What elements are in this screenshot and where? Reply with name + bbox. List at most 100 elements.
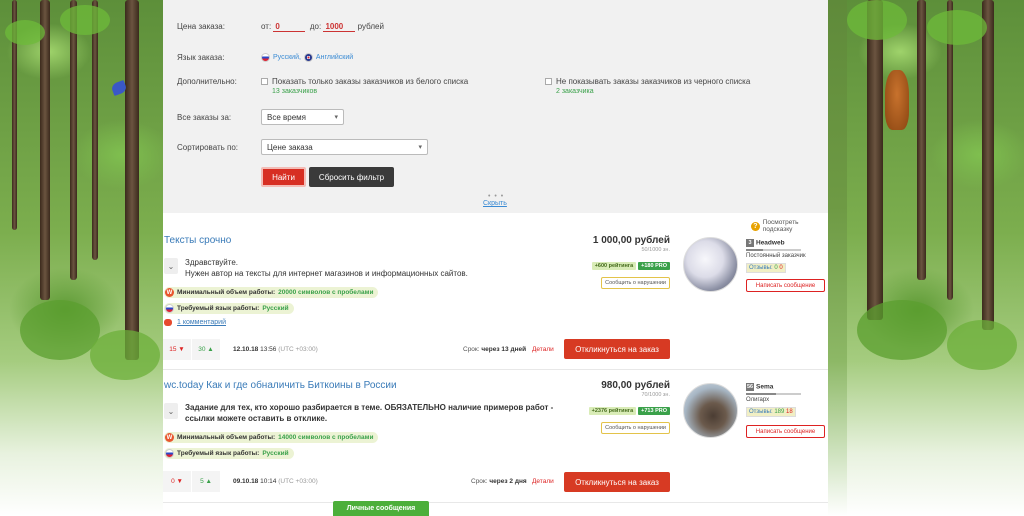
- price-to-input[interactable]: 1000: [323, 22, 356, 32]
- order-description-line: ссылки можете оставить в отклике.: [185, 414, 328, 423]
- price-from-input[interactable]: 0: [273, 22, 306, 32]
- chevron-down-icon: ▾: [334, 114, 338, 121]
- russian-flag-icon: [165, 304, 174, 313]
- order-char-count: 50/1000 зн.: [641, 247, 671, 253]
- order-description: Здравствуйте. Нужен автор на тексты для …: [185, 257, 468, 279]
- order-date-day: 12.10.18: [233, 346, 259, 353]
- order-description-line: Задание для тех, кто хорошо разбирается …: [185, 403, 554, 412]
- sort-label: Сортировать по:: [177, 143, 239, 152]
- min-volume-label: Минимальный объем работы:: [177, 289, 276, 296]
- vote-up-count: 5: [200, 478, 204, 485]
- user-name-link[interactable]: Headweb: [756, 239, 785, 246]
- order-price: 980,00 рублей: [601, 380, 670, 391]
- order-date-tz: (UTC +03:00): [278, 478, 318, 485]
- checkbox-icon[interactable]: [545, 78, 552, 85]
- russian-flag-icon: [165, 449, 174, 458]
- respond-button[interactable]: Откликнуться на заказ: [564, 472, 670, 492]
- blacklist-checkbox[interactable]: Не показывать заказы заказчиков из черно…: [545, 77, 750, 95]
- write-message-button[interactable]: Написать сообщение: [746, 425, 825, 438]
- reviews-positive: 189: [774, 409, 785, 415]
- lang-ru-link[interactable]: Русский,: [273, 54, 301, 61]
- order-title-link[interactable]: wc.today Как и где обналичить Биткоины в…: [164, 380, 397, 391]
- main-content: Цена заказа: от: 0 до: 1000 рублей Язык …: [163, 0, 828, 516]
- order-price: 1 000,00 рублей: [592, 235, 670, 246]
- price-from-label: от:: [261, 22, 272, 31]
- user-reviews[interactable]: Отзывы: 189 18: [746, 407, 796, 417]
- order-date-tz: (UTC +03:00): [278, 346, 318, 353]
- expand-chevron-icon[interactable]: ⌄: [164, 258, 178, 274]
- pro-badge: +713 PRO: [638, 407, 670, 415]
- vote-up-button[interactable]: 30 ▲: [192, 339, 220, 360]
- blacklist-count-link[interactable]: 2 заказчика: [556, 88, 750, 95]
- customer-info: 56 Sema Олигарх Отзывы: 189 18: [746, 382, 826, 417]
- pro-badge: +180 PRO: [638, 262, 670, 270]
- deadline-value: через 13 дней: [481, 346, 527, 353]
- user-level-badge: 3: [746, 238, 754, 247]
- rating-badge: +2376 рейтинга: [588, 407, 637, 415]
- vote-up-button[interactable]: 5 ▲: [192, 471, 220, 492]
- language-label: Язык заказа:: [177, 53, 225, 62]
- order-description: Задание для тех, кто хорошо разбирается …: [185, 402, 553, 424]
- whitelist-checkbox[interactable]: Показать только заказы заказчиков из бел…: [261, 77, 468, 95]
- order-title-link[interactable]: Тексты срочно: [164, 235, 231, 246]
- min-volume-tag: W Минимальный объем работы: 14000 символ…: [164, 432, 379, 443]
- vote-down-button[interactable]: 15 ▼: [163, 339, 191, 360]
- details-link[interactable]: Детали: [532, 346, 554, 353]
- order-date-time: 13:56: [260, 346, 277, 353]
- language-tag: Требуемый язык работы: Русский: [164, 448, 294, 459]
- order-filter-panel: Цена заказа: от: 0 до: 1000 рублей Язык …: [163, 0, 828, 213]
- comments-label[interactable]: 1 комментарий: [177, 319, 226, 326]
- checkbox-icon[interactable]: [261, 78, 268, 85]
- reviews-label: Отзывы:: [749, 409, 773, 415]
- russian-flag-icon: [261, 53, 270, 62]
- whitelist-count-link[interactable]: 13 заказчиков: [272, 88, 468, 95]
- lang-en-link[interactable]: Английский: [316, 54, 353, 61]
- min-volume-value: 20000 символов с пробелами: [278, 289, 374, 296]
- deadline-label: Срок:: [471, 478, 488, 485]
- order-card: Тексты срочно 1 000,00 рублей 50/1000 зн…: [163, 230, 828, 365]
- sort-select[interactable]: Цене заказа ▾: [261, 139, 428, 155]
- language-tag-value: Русский: [262, 450, 289, 457]
- write-message-button[interactable]: Написать сообщение: [746, 279, 825, 292]
- price-to-label: до:: [309, 22, 322, 31]
- thumbs-down-icon: ▼: [176, 478, 183, 485]
- order-date: 09.10.18 10:14 (UTC +03:00): [233, 478, 318, 485]
- min-volume-tag: W Минимальный объем работы: 20000 символ…: [164, 287, 379, 298]
- order-description-line: Здравствуйте.: [185, 258, 239, 267]
- squirrel-icon: [885, 70, 909, 130]
- forest-background-right: [847, 0, 1024, 516]
- personal-messages-button[interactable]: Личные сообщения: [333, 501, 429, 516]
- hide-filter-link[interactable]: Скрыть: [483, 200, 507, 207]
- user-name-link[interactable]: Sema: [756, 383, 773, 390]
- user-role: Постоянный заказчик: [746, 253, 806, 259]
- order-date: 12.10.18 13:56 (UTC +03:00): [233, 346, 318, 353]
- find-button[interactable]: Найти: [261, 167, 306, 187]
- order-date-time: 10:14: [260, 478, 277, 485]
- comments-link[interactable]: 1 комментарий: [164, 319, 226, 326]
- report-violation-button[interactable]: Сообщить о нарушении: [601, 277, 670, 289]
- period-select[interactable]: Все время ▾: [261, 109, 344, 125]
- details-link[interactable]: Детали: [532, 478, 554, 485]
- language-tag-label: Требуемый язык работы:: [177, 450, 260, 457]
- avatar[interactable]: [683, 237, 738, 292]
- sort-select-value: Цене заказа: [267, 143, 313, 152]
- language-tag-label: Требуемый язык работы:: [177, 305, 260, 312]
- price-currency: рублей: [357, 22, 384, 31]
- respond-button[interactable]: Откликнуться на заказ: [564, 339, 670, 359]
- reset-filter-button[interactable]: Сбросить фильтр: [309, 167, 394, 187]
- vote-down-button[interactable]: 0 ▼: [163, 471, 191, 492]
- avatar[interactable]: [683, 383, 738, 438]
- divider-dots: • • •: [488, 193, 505, 200]
- deadline-label: Срок:: [463, 346, 480, 353]
- order-char-count: 70/1000 зн.: [641, 392, 671, 398]
- deadline: Срок: через 13 дней: [463, 346, 526, 353]
- english-flag-icon: [303, 53, 313, 62]
- language-options: Русский, Английский: [261, 53, 353, 62]
- user-reviews[interactable]: Отзывы: 0 0: [746, 263, 786, 273]
- user-level-bar: [746, 249, 801, 251]
- forest-background-left: [0, 0, 163, 516]
- report-violation-button[interactable]: Сообщить о нарушении: [601, 422, 670, 434]
- expand-chevron-icon[interactable]: ⌄: [164, 403, 178, 419]
- chevron-down-icon: ▾: [418, 144, 422, 151]
- price-range: от: 0 до: 1000 рублей: [261, 22, 384, 32]
